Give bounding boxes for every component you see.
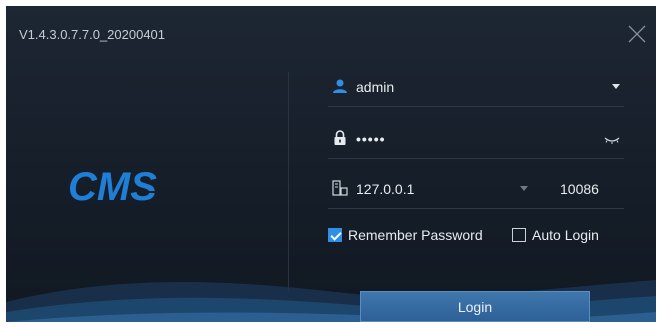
chevron-down-icon[interactable] (612, 84, 620, 89)
remember-password-checkbox[interactable]: Remember Password (328, 227, 483, 243)
version-label: V1.4.3.0.7.7.0_20200401 (19, 27, 166, 42)
chevron-down-icon[interactable] (520, 186, 528, 191)
server-ip-value[interactable]: 127.0.0.1 (356, 181, 414, 197)
lock-icon (334, 130, 346, 145)
port-value[interactable]: 10086 (560, 181, 599, 197)
auto-login-label: Auto Login (532, 227, 599, 243)
server-icon (332, 180, 348, 196)
checkbox-checked[interactable] (328, 228, 342, 242)
cms-logo: CMS (64, 164, 214, 212)
eye-closed-icon[interactable] (604, 134, 620, 146)
login-button[interactable]: Login (360, 291, 590, 322)
auto-login-checkbox[interactable]: Auto Login (512, 227, 599, 243)
close-button[interactable] (626, 23, 648, 45)
logo-text: CMS (68, 165, 157, 209)
checkbox-unchecked[interactable] (512, 228, 526, 242)
password-value: ••••• (356, 131, 386, 147)
user-icon (333, 79, 347, 93)
password-field[interactable]: ••••• (328, 120, 624, 159)
remember-password-label: Remember Password (348, 227, 483, 243)
username-value: admin (356, 79, 395, 95)
close-icon (628, 25, 646, 43)
username-field[interactable]: admin (328, 68, 624, 107)
login-window: V1.4.3.0.7.7.0_20200401 CMS admin ••••• (6, 6, 656, 322)
server-field[interactable]: 127.0.0.1 10086 (328, 170, 624, 209)
divider (288, 72, 289, 292)
